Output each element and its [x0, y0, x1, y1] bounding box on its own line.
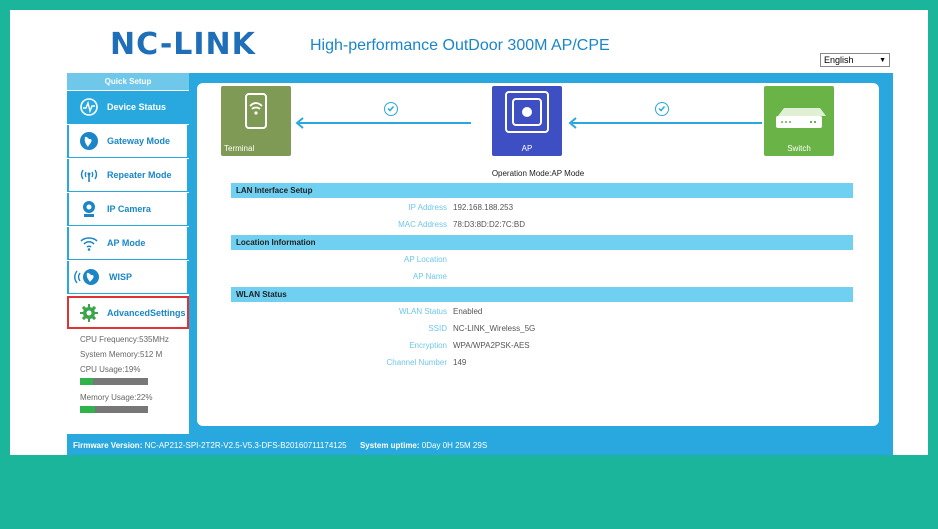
cpu-usage-bar [80, 378, 148, 385]
field-value: WPA/WPA2PSK-AES [453, 341, 530, 350]
field-ap-name: AP Name [231, 270, 853, 284]
switch-label: Switch [787, 144, 811, 153]
terminal-label: Terminal [224, 144, 255, 153]
cpu-usage-fill [80, 378, 93, 385]
field-label: AP Name [412, 272, 447, 281]
router-admin-frame: NC-LINK High-performance OutDoor 300M AP… [67, 13, 893, 455]
globe-icon [79, 131, 99, 151]
gear-icon [79, 303, 99, 323]
ap-box-icon [505, 91, 549, 133]
sidebar-item-wisp[interactable]: WISP [67, 261, 189, 294]
uptime-label: System uptime: [359, 441, 420, 450]
quick-setup-link[interactable]: Quick Setup [67, 73, 189, 90]
link-line [572, 122, 762, 124]
phone-wifi-icon [245, 93, 267, 129]
field-ip-address: IP Address 192.168.188.253 [231, 201, 853, 215]
field-wlan-status: WLAN Status Enabled [231, 305, 853, 319]
field-value: 149 [453, 358, 467, 367]
uptime-value: 0Day 0H 25M 29S [421, 441, 488, 450]
cpu-usage: CPU Usage:19% [80, 365, 141, 374]
device-status-panel: Terminal AP Switch Operation Mode:AP Mod… [197, 83, 879, 426]
sidebar-item-repeater-mode[interactable]: Repeater Mode [67, 159, 189, 192]
sidebar: Quick Setup Device Status Gateway Mode R… [67, 73, 189, 443]
cpu-frequency: CPU Frequency:535MHz [80, 335, 169, 344]
arrow-left-icon [295, 117, 304, 129]
field-ssid: SSID NC-LINK_Wireless_5G [231, 322, 853, 336]
system-memory: System Memory:512 M [80, 350, 163, 359]
field-label: SSID [428, 324, 447, 333]
link-line [299, 122, 471, 124]
language-select[interactable]: English ▼ [820, 53, 890, 67]
sidebar-item-gateway-mode[interactable]: Gateway Mode [67, 125, 189, 158]
field-ap-location: AP Location [231, 253, 853, 267]
camera-icon [79, 199, 99, 219]
globe-signal-icon [73, 267, 101, 287]
language-value: English [824, 55, 854, 65]
sidebar-item-ip-camera[interactable]: IP Camera [67, 193, 189, 226]
switch-box-icon [776, 108, 826, 128]
field-value: 78:D3:8D:D2:7C:BD [453, 220, 526, 229]
firmware-value: NC-AP212-SPI-2T2R-V2.5-V5.3-DFS-B2016071… [144, 441, 347, 450]
system-stats: CPU Frequency:535MHz System Memory:512 M… [67, 329, 189, 413]
field-label: Channel Number [386, 358, 447, 367]
sidebar-item-device-status[interactable]: Device Status [67, 91, 189, 124]
sidebar-item-label: IP Camera [107, 204, 151, 214]
section-wlan-status: WLAN Status [231, 287, 853, 302]
dropdown-arrow-icon: ▼ [879, 56, 886, 64]
sidebar-item-label: AdvancedSettings [107, 307, 186, 318]
header: NC-LINK High-performance OutDoor 300M AP… [67, 13, 893, 71]
field-label: IP Address [408, 203, 447, 212]
switch-device: Switch [764, 86, 834, 156]
operation-mode: Operation Mode:AP Mode [491, 169, 585, 178]
field-label: MAC Address [398, 220, 447, 229]
speedometer-icon [79, 97, 99, 117]
memory-usage-fill [80, 406, 95, 413]
brand-logo: NC-LINK [110, 27, 256, 62]
sidebar-item-label: Device Status [107, 102, 167, 112]
memory-usage-bar [80, 406, 148, 413]
field-mac-address: MAC Address 78:D3:8D:D2:7C:BD [231, 218, 853, 232]
terminal-device: Terminal [221, 86, 291, 156]
sidebar-item-advanced-settings[interactable]: AdvancedSettings [67, 296, 189, 329]
section-lan-interface: LAN Interface Setup [231, 183, 853, 198]
product-tagline: High-performance OutDoor 300M AP/CPE [310, 37, 610, 54]
memory-usage: Memory Usage:22% [80, 393, 153, 402]
field-label: Encryption [409, 341, 447, 350]
arrow-left-icon [568, 117, 577, 129]
sidebar-item-ap-mode[interactable]: AP Mode [67, 227, 189, 260]
field-value: 192.168.188.253 [453, 203, 514, 212]
field-value: NC-LINK_Wireless_5G [453, 324, 536, 333]
field-label: WLAN Status [398, 307, 447, 316]
antenna-icon [79, 165, 99, 185]
firmware-label: Firmware Version: [73, 441, 143, 450]
wifi-icon [79, 233, 99, 253]
ap-label: AP [521, 144, 533, 153]
ap-device: AP [492, 86, 562, 156]
field-label: AP Location [404, 255, 447, 264]
page-footer-band [10, 455, 928, 529]
connected-check-icon [655, 102, 669, 116]
connected-check-icon [384, 102, 398, 116]
sidebar-item-label: AP Mode [107, 238, 146, 248]
sidebar-item-label: Repeater Mode [107, 170, 172, 180]
sidebar-item-label: Gateway Mode [107, 136, 171, 146]
field-value: Enabled [453, 307, 483, 316]
status-footer: Firmware Version: NC-AP212-SPI-2T2R-V2.5… [67, 434, 893, 455]
field-channel-number: Channel Number 149 [231, 356, 853, 370]
section-location-info: Location Information [231, 235, 853, 250]
sidebar-item-label: WISP [109, 272, 133, 282]
field-encryption: Encryption WPA/WPA2PSK-AES [231, 339, 853, 353]
